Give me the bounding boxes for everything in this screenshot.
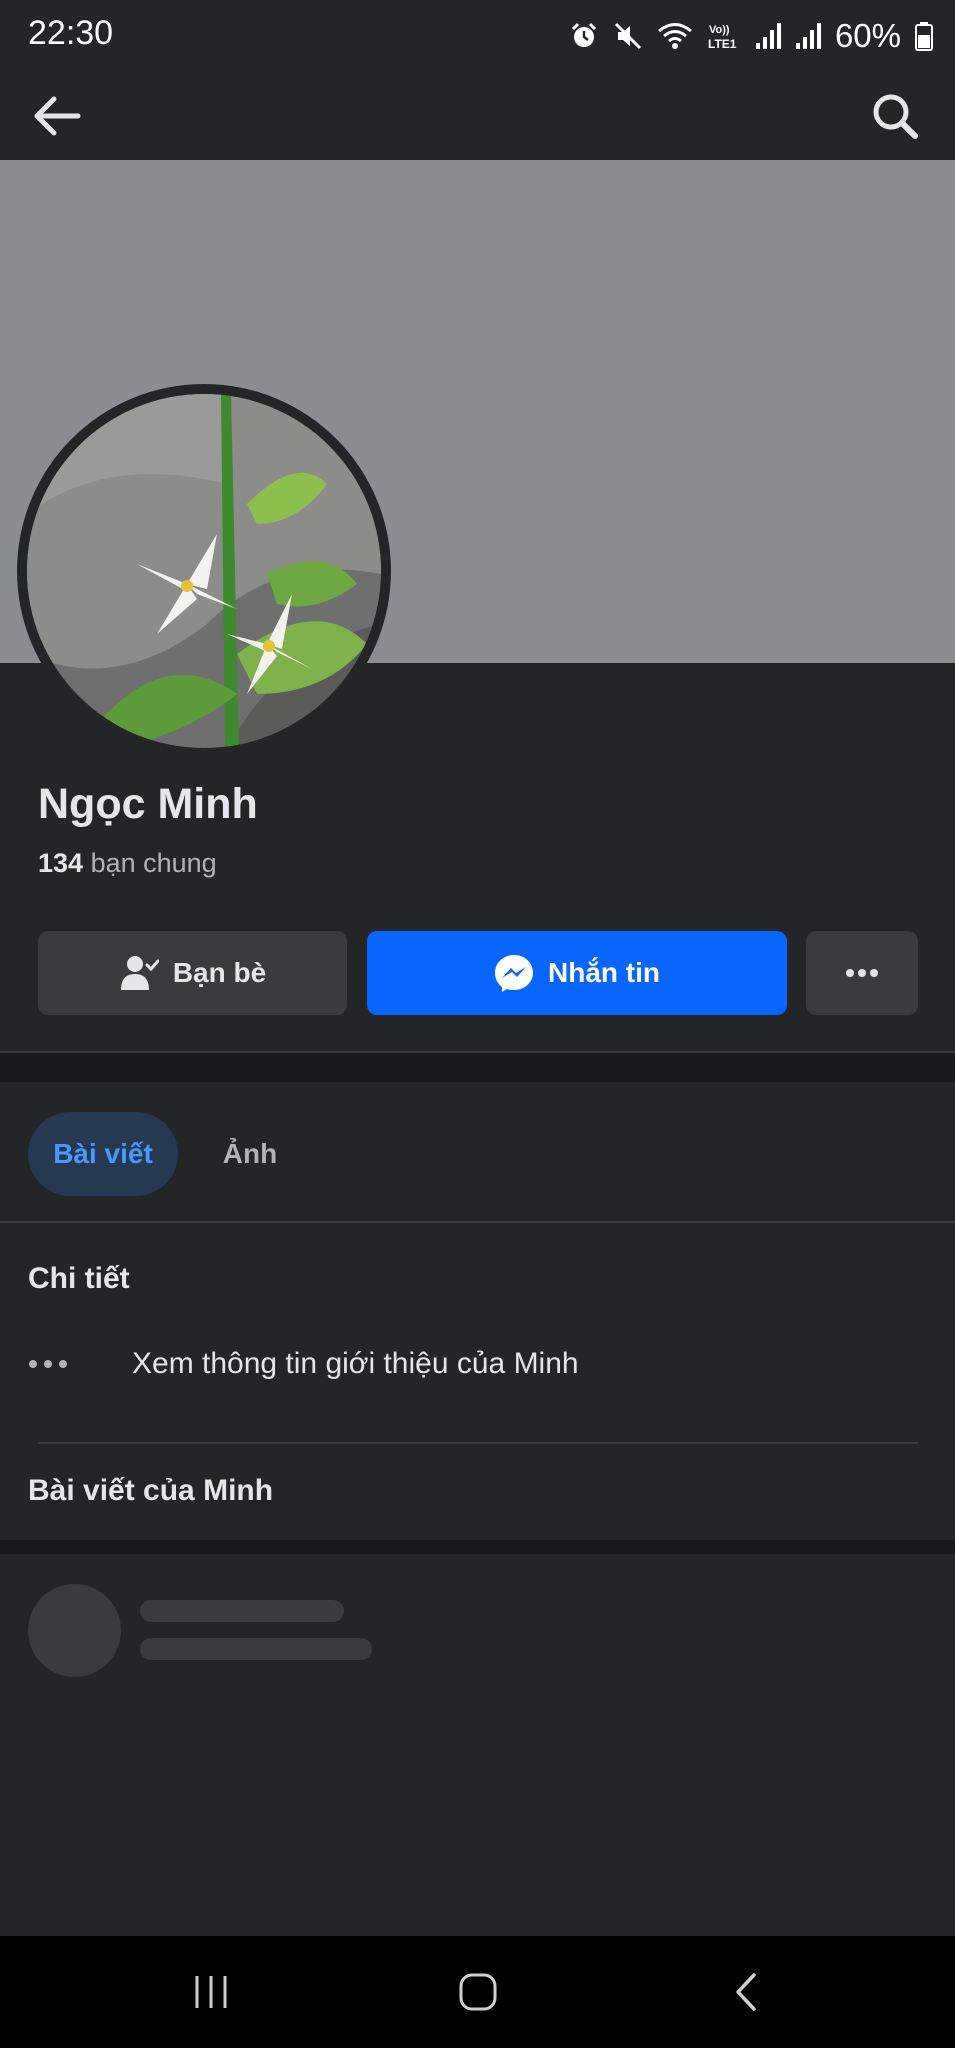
home-button[interactable] <box>438 1960 518 2024</box>
top-nav <box>0 72 955 160</box>
loading-skeleton-line <box>140 1638 372 1660</box>
signal-icon <box>755 23 781 49</box>
volte-lte-icon: Vo)) LTE1 <box>708 24 737 51</box>
mutual-friends-count: 134 <box>38 848 84 878</box>
mute-icon <box>614 22 641 50</box>
details-heading: Chi tiết <box>28 1262 130 1295</box>
section-separator <box>0 1053 955 1082</box>
status-time: 22:30 <box>28 14 114 52</box>
more-horizontal-icon <box>846 969 878 977</box>
loading-skeleton-line <box>140 1600 344 1622</box>
about-info-text: Xem thông tin giới thiệu của Minh <box>132 1347 579 1380</box>
system-nav-bar <box>0 1936 955 2048</box>
more-horizontal-icon <box>28 1344 78 1384</box>
search-icon <box>873 94 918 139</box>
posts-heading: Bài viết của Minh <box>28 1474 274 1507</box>
alarm-icon <box>571 22 596 47</box>
mutual-friends[interactable]: 134 bạn chung <box>38 848 217 879</box>
friends-button-label: Bạn bè <box>172 957 267 988</box>
mutual-friends-label: bạn chung <box>83 848 217 878</box>
profile-tabs: Bài viết Ảnh <box>0 1082 955 1222</box>
home-icon <box>459 1973 497 2011</box>
friend-check-icon <box>120 956 159 990</box>
chevron-left-icon <box>736 1973 756 2011</box>
divider <box>0 1221 955 1223</box>
message-button-label: Nhắn tin <box>548 957 660 988</box>
about-info-link[interactable]: Xem thông tin giới thiệu của Minh <box>28 1336 928 1392</box>
tab-posts[interactable]: Bài viết <box>28 1112 178 1196</box>
arrow-left-icon <box>34 96 81 136</box>
divider <box>38 1442 918 1444</box>
svg-text:LTE1: LTE1 <box>708 37 737 51</box>
recent-apps-icon <box>195 1976 227 2008</box>
battery-percent: 60% <box>834 17 901 54</box>
message-button[interactable]: Nhắn tin <box>367 931 787 1015</box>
profile-avatar[interactable] <box>17 384 391 758</box>
signal-icon <box>795 23 821 49</box>
wifi-icon <box>657 23 692 49</box>
friends-button[interactable]: Bạn bè <box>38 931 347 1015</box>
search-button[interactable] <box>863 84 927 148</box>
messenger-icon <box>495 955 533 992</box>
loading-skeleton-avatar <box>28 1584 121 1677</box>
tab-photos[interactable]: Ảnh <box>200 1112 300 1196</box>
status-icons: Vo)) LTE1 60% <box>569 14 933 58</box>
recent-apps-button[interactable] <box>171 1960 251 2024</box>
battery-icon <box>915 22 933 51</box>
more-options-button[interactable] <box>806 931 918 1015</box>
profile-name: Ngọc Minh <box>38 780 258 828</box>
avatar-image <box>27 394 381 748</box>
svg-text:Vo)): Vo)) <box>709 24 730 36</box>
section-separator <box>0 1540 955 1554</box>
status-bar: 22:30 Vo)) LTE1 60% <box>0 0 955 72</box>
back-nav-button[interactable] <box>706 1960 786 2024</box>
back-button[interactable] <box>24 84 88 148</box>
